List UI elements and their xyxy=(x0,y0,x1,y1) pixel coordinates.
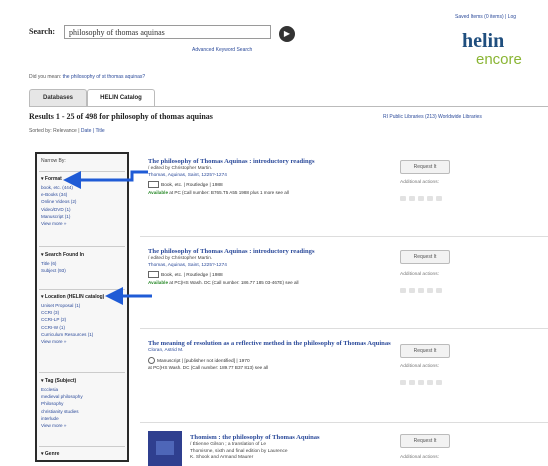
arrow-to-format-facet xyxy=(63,170,148,189)
annotation-arrows xyxy=(63,170,152,305)
